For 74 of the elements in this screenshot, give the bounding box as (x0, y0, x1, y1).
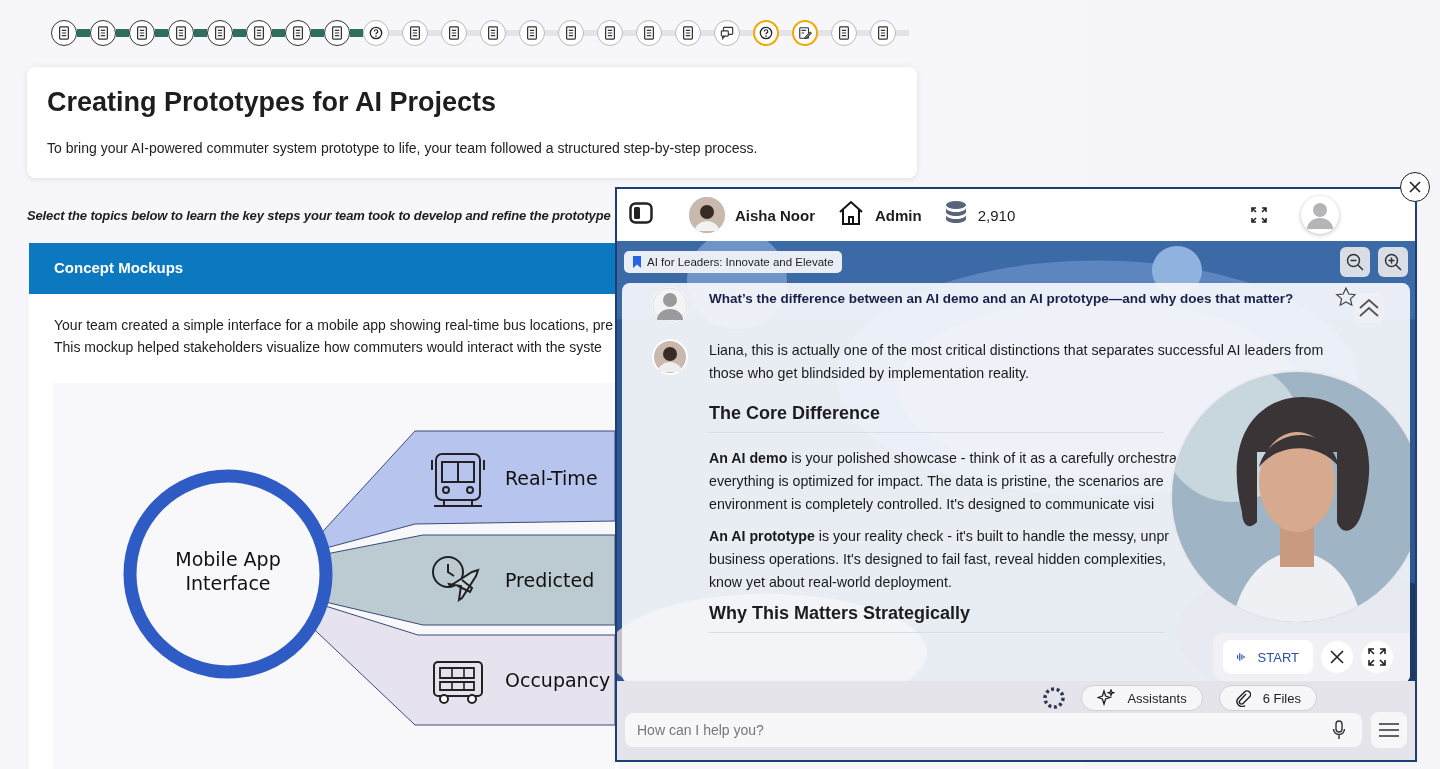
document-icon (603, 26, 617, 40)
step-button[interactable] (168, 20, 194, 46)
question-icon (759, 26, 773, 40)
document-icon (486, 26, 500, 40)
step-button[interactable] (636, 20, 662, 46)
message-input[interactable]: How can I help you? (625, 713, 1362, 747)
page-title: Creating Prototypes for AI Projects (47, 87, 498, 118)
step-button[interactable] (285, 20, 311, 46)
step-button[interactable] (129, 20, 155, 46)
menu-icon (1378, 722, 1400, 738)
spinner-icon (1043, 687, 1066, 709)
chat-icon (720, 26, 734, 40)
document-icon (876, 26, 890, 40)
step-button[interactable] (246, 20, 272, 46)
expand-icon (1251, 207, 1267, 223)
assistants-button[interactable]: Assistants (1081, 685, 1203, 711)
paperclip-icon (1234, 689, 1251, 707)
step-button[interactable] (558, 20, 584, 46)
diagram-label: Occupancy (505, 669, 611, 691)
step-button[interactable] (402, 20, 428, 46)
document-icon (330, 26, 344, 40)
step-button[interactable] (792, 20, 818, 46)
document-icon (447, 26, 461, 40)
menu-button[interactable] (1371, 712, 1407, 748)
home-icon (837, 199, 865, 227)
step-button[interactable] (753, 20, 779, 46)
instruction-text: Select the topics below to learn the key steps your team took to develop and refine the prototype (27, 208, 611, 223)
document-icon (837, 26, 851, 40)
bus-icon (431, 453, 485, 507)
sparkle-icon (1097, 689, 1116, 707)
edit-icon (798, 26, 812, 40)
close-icon (1409, 181, 1421, 193)
document-icon (174, 26, 188, 40)
person-icon (1307, 201, 1333, 229)
close-button[interactable] (1400, 172, 1430, 202)
step-button[interactable] (324, 20, 350, 46)
credits-count: 2,910 (977, 206, 1016, 224)
microphone-icon (1332, 720, 1346, 740)
step-button[interactable] (519, 20, 545, 46)
user-avatar (689, 197, 725, 233)
role-label: Admin (875, 206, 922, 224)
database-icon (943, 200, 968, 226)
body-text: Your team created a simple interface for a mobile app showing real-time bus locations, pre (53, 316, 614, 335)
step-button[interactable] (363, 20, 389, 46)
step-button[interactable] (480, 20, 506, 46)
step-button[interactable] (714, 20, 740, 46)
document-icon (252, 26, 266, 40)
body-text: This mockup helped stakeholders visualize how commuters would interact with the syste (53, 338, 603, 357)
step-button[interactable] (831, 20, 857, 46)
step-button[interactable] (597, 20, 623, 46)
document-icon (525, 26, 539, 40)
sidebar-toggle-icon (629, 202, 653, 224)
step-button[interactable] (207, 20, 233, 46)
document-icon (291, 26, 305, 40)
step-button[interactable] (675, 20, 701, 46)
document-icon (681, 26, 695, 40)
document-icon (57, 26, 71, 40)
question-icon (369, 26, 383, 40)
document-icon (642, 26, 656, 40)
document-icon (213, 26, 227, 40)
document-icon (135, 26, 149, 40)
step-button[interactable] (441, 20, 467, 46)
intro-text: To bring your AI-powered commuter system prototype to life, your team followed a structured step-by-step process. (47, 140, 759, 156)
files-button[interactable]: 6 Files (1218, 685, 1317, 711)
document-icon (408, 26, 422, 40)
step-button[interactable] (870, 20, 896, 46)
step-button[interactable] (90, 20, 116, 46)
step-button[interactable] (51, 20, 77, 46)
user-name: Aisha Noor (735, 206, 815, 224)
document-icon (564, 26, 578, 40)
double-decker-bus-icon (433, 661, 483, 704)
diagram-label: Real-Time (505, 467, 598, 489)
center-label: Mobile App Interface (175, 548, 281, 594)
document-icon (96, 26, 110, 40)
